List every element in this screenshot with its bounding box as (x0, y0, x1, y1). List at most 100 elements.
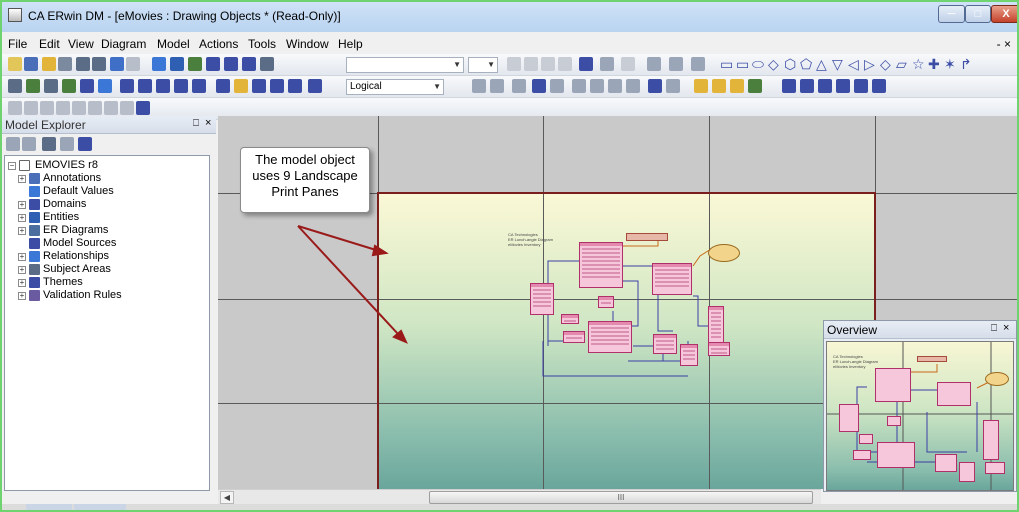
entity-box[interactable] (530, 283, 554, 315)
entity-box[interactable] (563, 331, 585, 343)
parallelogram-shape-icon[interactable]: ▱ (896, 56, 907, 72)
entity-tool-icon[interactable] (170, 57, 184, 71)
subtype-tool-icon[interactable] (188, 57, 202, 71)
zoom-in-icon[interactable] (120, 79, 134, 93)
entity-box[interactable] (708, 342, 730, 356)
view-layout-icon[interactable] (836, 79, 850, 93)
entity-box[interactable] (579, 242, 623, 288)
properties-icon[interactable] (80, 79, 94, 93)
mart-reports-icon[interactable] (748, 79, 762, 93)
cross-shape-icon[interactable]: ✚ (928, 56, 940, 72)
replace-icon[interactable] (92, 57, 106, 71)
naming-standards-icon[interactable] (590, 79, 604, 93)
close-panel-icon[interactable]: × (205, 117, 211, 129)
expand-icon[interactable]: + (18, 292, 26, 300)
strikeout-icon[interactable] (558, 57, 572, 71)
expand-icon[interactable]: + (18, 279, 26, 287)
diamond2-shape-icon[interactable]: ◇ (880, 56, 891, 72)
index-layout-icon[interactable] (818, 79, 832, 93)
diamond-shape-icon[interactable]: ◇ (768, 56, 779, 72)
entity-box[interactable] (653, 334, 677, 354)
hexagon-shape-icon[interactable]: ⬡ (784, 56, 796, 72)
display-definition-icon[interactable] (270, 79, 284, 93)
bulk-editor-icon[interactable] (550, 79, 564, 93)
layout-apply-icon[interactable] (136, 101, 150, 115)
connector-shape-icon[interactable]: ↱ (960, 56, 972, 72)
rectangle-shape-icon[interactable]: ▭ (720, 56, 733, 72)
collapse-icon[interactable]: − (8, 162, 16, 170)
pin-icon[interactable]: ⎕ (991, 323, 997, 334)
action-log-icon[interactable] (62, 79, 76, 93)
overview-icon[interactable] (26, 79, 40, 93)
report-icon[interactable] (532, 79, 546, 93)
display-keys-icon[interactable] (252, 79, 266, 93)
mart-lock-icon[interactable] (694, 79, 708, 93)
find-icon[interactable] (76, 57, 90, 71)
layout-partial-icon[interactable] (104, 101, 118, 115)
mart-users-icon[interactable] (712, 79, 726, 93)
font-color-icon[interactable] (579, 57, 593, 71)
reverse-engineer-icon[interactable] (512, 79, 526, 93)
many-to-many-icon[interactable] (242, 57, 256, 71)
minimize-button[interactable]: ─ (938, 5, 965, 23)
layout-options-icon[interactable] (120, 101, 134, 115)
identifying-rel-icon[interactable] (206, 57, 220, 71)
inverted-triangle-shape-icon[interactable]: ▽ (832, 56, 843, 72)
left-arrow-shape-icon[interactable]: ◁ (848, 56, 859, 72)
layout-tree-icon[interactable] (56, 101, 70, 115)
procedure-layout-icon[interactable] (872, 79, 886, 93)
model-validate-icon[interactable] (572, 79, 586, 93)
expand-icon[interactable]: + (18, 227, 26, 235)
menu-file[interactable]: File (8, 37, 27, 51)
expand-icon[interactable]: + (18, 201, 26, 209)
menu-window[interactable]: Window (286, 37, 329, 51)
nonidentifying-rel-icon[interactable] (224, 57, 238, 71)
display-icons-icon[interactable] (288, 79, 302, 93)
model-explorer-icon[interactable] (8, 79, 22, 93)
entity-box[interactable] (680, 344, 698, 366)
font-size-combo[interactable]: ▼ (468, 57, 498, 73)
layout-symmetric-icon[interactable] (72, 101, 86, 115)
pin-icon[interactable]: ⎕ (193, 118, 199, 129)
underline-icon[interactable] (541, 57, 555, 71)
menu-actions[interactable]: Actions (199, 37, 238, 51)
menu-tools[interactable]: Tools (248, 37, 276, 51)
line-color-icon[interactable] (621, 57, 635, 71)
relationship-icon[interactable] (98, 79, 112, 93)
save-icon[interactable] (42, 57, 56, 71)
star-shape-icon[interactable]: ☆ (912, 56, 925, 72)
datatype-standards-icon[interactable] (608, 79, 622, 93)
entity-box[interactable] (588, 321, 632, 353)
expand-icon[interactable]: + (18, 266, 26, 274)
back-icon[interactable] (6, 137, 20, 151)
mdi-close-icon[interactable]: - × (997, 37, 1011, 51)
italic-icon[interactable] (524, 57, 538, 71)
trigger-layout-icon[interactable] (854, 79, 868, 93)
layout-orthogonal-icon[interactable] (24, 101, 38, 115)
menu-help[interactable]: Help (338, 37, 363, 51)
scroll-left-button[interactable]: ◀ (220, 491, 234, 504)
filter-icon[interactable] (78, 137, 92, 151)
pin-shape-icon[interactable]: ✶ (944, 56, 956, 72)
close-button[interactable]: X (991, 5, 1017, 23)
mart-sessions-icon[interactable] (730, 79, 744, 93)
zoom-fit-icon[interactable] (156, 79, 170, 93)
menu-view[interactable]: View (68, 37, 94, 51)
annotation-box[interactable] (626, 233, 668, 241)
octagon-shape-icon[interactable]: ⬠ (800, 56, 812, 72)
expand-icon[interactable]: + (18, 214, 26, 222)
mart-icon[interactable] (626, 79, 640, 93)
display-entity-icon[interactable] (216, 79, 230, 93)
open-icon[interactable] (24, 57, 38, 71)
complete-compare-icon[interactable] (472, 79, 486, 93)
right-arrow-shape-icon[interactable]: ▷ (864, 56, 875, 72)
display-level-icon[interactable] (308, 79, 322, 93)
menu-diagram[interactable]: Diagram (101, 37, 146, 51)
font-combo[interactable]: ▼ (346, 57, 464, 73)
layout-hierarchical-icon[interactable] (8, 101, 22, 115)
maximize-button[interactable]: □ (965, 5, 991, 23)
spacing-icon[interactable] (691, 57, 705, 71)
menu-model[interactable]: Model (157, 37, 190, 51)
forward-icon[interactable] (22, 137, 36, 151)
table-layout-icon[interactable] (782, 79, 796, 93)
